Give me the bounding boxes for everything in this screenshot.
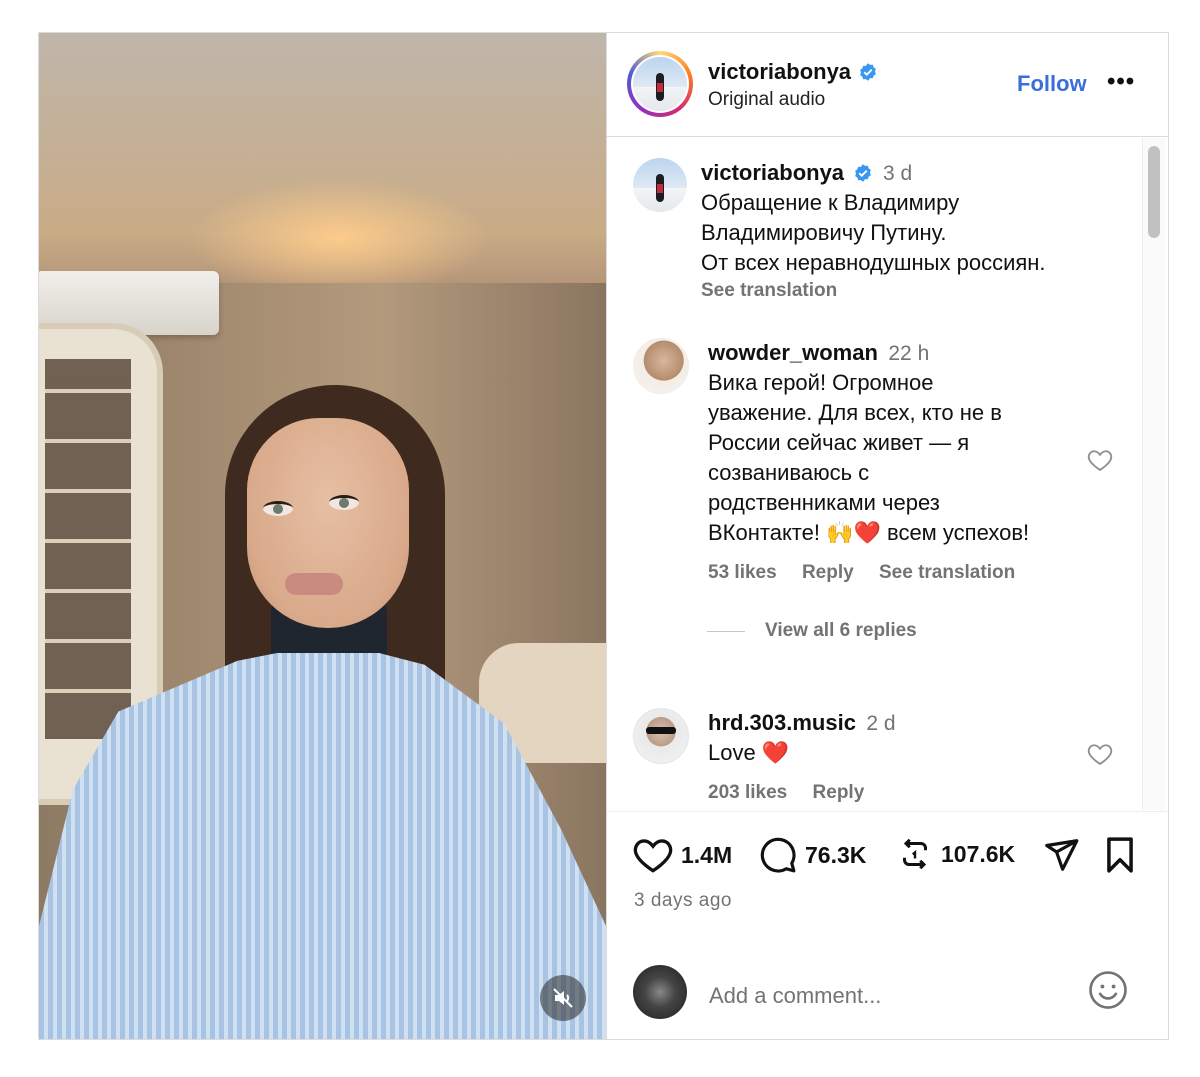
comment-avatar[interactable] xyxy=(633,708,689,764)
comment-line: уважение. Для всех, кто не в xyxy=(708,400,1002,425)
reel-video[interactable] xyxy=(39,33,606,1039)
caption-time[interactable]: 3 d xyxy=(883,162,912,185)
like-button[interactable]: 1.4M xyxy=(633,836,732,874)
heart-icon xyxy=(633,839,673,873)
caption-line: Владимировичу Путину. xyxy=(701,220,947,245)
post-actions: 1.4M 76.3K 107.6K 3 days ago xyxy=(607,811,1168,961)
video-left-eye xyxy=(263,501,293,516)
comment-time[interactable]: 2 d xyxy=(866,712,895,735)
comment-bubble-icon xyxy=(760,837,796,873)
comment-reply-button[interactable]: Reply xyxy=(802,562,854,583)
likes-count[interactable]: 1.4M xyxy=(681,842,732,869)
share-button[interactable] xyxy=(1041,836,1081,874)
author-username-row[interactable]: victoriabonya xyxy=(708,59,878,85)
comments-scrollbar-track[interactable] xyxy=(1142,138,1165,810)
current-user-avatar[interactable] xyxy=(633,965,687,1019)
comment-line: родственниками через xyxy=(708,490,940,515)
comments-list[interactable]: victoriabonya 3 d Обращение к Владимиру … xyxy=(607,138,1168,810)
replies-divider xyxy=(707,630,745,632)
author-username[interactable]: victoriabonya xyxy=(708,59,851,85)
comment-line: ВКонтакте! 🙌❤️ всем успехов! xyxy=(708,520,1030,545)
comment-like-heart-icon[interactable] xyxy=(1086,446,1114,474)
caption-see-translation[interactable]: See translation xyxy=(701,280,1131,302)
post-side-panel: victoriabonya Original audio Follow ••• … xyxy=(606,33,1168,1039)
audio-label[interactable]: Original audio xyxy=(708,89,825,111)
repost-button[interactable]: 107.6K xyxy=(897,836,1015,872)
send-icon xyxy=(1045,839,1079,871)
comment-likes[interactable]: 203 likes xyxy=(708,782,787,803)
follow-button[interactable]: Follow xyxy=(1017,71,1087,97)
video-face xyxy=(247,418,409,628)
view-replies-button[interactable]: View all 6 replies xyxy=(707,620,917,642)
comment-see-translation[interactable]: See translation xyxy=(879,562,1015,583)
caption-line: Обращение к Владимиру xyxy=(701,190,960,215)
comment-line: Love ❤️ xyxy=(708,740,790,765)
author-avatar-story-ring[interactable] xyxy=(627,51,693,117)
comment-time[interactable]: 22 h xyxy=(888,342,929,365)
verified-badge-icon xyxy=(860,63,876,81)
view-replies-label[interactable]: View all 6 replies xyxy=(765,620,917,642)
video-ceiling xyxy=(39,33,606,283)
reposts-count[interactable]: 107.6K xyxy=(941,841,1015,868)
emoji-button[interactable] xyxy=(1087,969,1129,1016)
comment-reply-button[interactable]: Reply xyxy=(813,782,865,803)
post-modal: victoriabonya Original audio Follow ••• … xyxy=(38,32,1169,1040)
video-lips xyxy=(285,573,343,595)
author-avatar xyxy=(633,57,687,111)
repost-icon xyxy=(903,838,927,870)
caption-username[interactable]: victoriabonya xyxy=(701,160,844,185)
more-options-button[interactable]: ••• xyxy=(1107,70,1135,94)
comments-scrollbar-thumb[interactable] xyxy=(1148,146,1160,238)
bookmark-icon xyxy=(1107,837,1133,873)
speaker-muted-icon xyxy=(553,988,573,1008)
caption-line: От всех неравнодушных россиян. xyxy=(701,250,1046,275)
comment-avatar[interactable] xyxy=(633,338,689,394)
caption-avatar[interactable] xyxy=(633,158,687,212)
comment-likes[interactable]: 53 likes xyxy=(708,562,777,583)
comment-username[interactable]: wowder_woman xyxy=(708,340,878,365)
comment-line: Вика герой! Огромное xyxy=(708,370,934,395)
comment-meta: 53 likes Reply See translation xyxy=(708,562,1088,584)
comment-button[interactable]: 76.3K xyxy=(759,836,866,874)
comment-line: созваниваюсь с xyxy=(708,460,870,485)
comment-input[interactable] xyxy=(707,975,1071,1017)
post-timestamp[interactable]: 3 days ago xyxy=(634,890,732,912)
comment-line: России сейчас живет — я xyxy=(708,430,970,455)
video-right-eye xyxy=(329,495,359,510)
post-header: victoriabonya Original audio Follow ••• xyxy=(607,33,1168,137)
save-button[interactable] xyxy=(1103,836,1137,874)
emoji-smile-icon xyxy=(1089,971,1127,1009)
mute-button[interactable] xyxy=(540,975,586,1021)
comments-count[interactable]: 76.3K xyxy=(805,842,866,869)
comment-like-heart-icon[interactable] xyxy=(1086,740,1114,768)
comment-username[interactable]: hrd.303.music xyxy=(708,710,856,735)
add-comment-bar xyxy=(607,961,1168,1039)
verified-badge-icon xyxy=(854,164,871,182)
comment-meta: 203 likes Reply xyxy=(708,782,1088,804)
